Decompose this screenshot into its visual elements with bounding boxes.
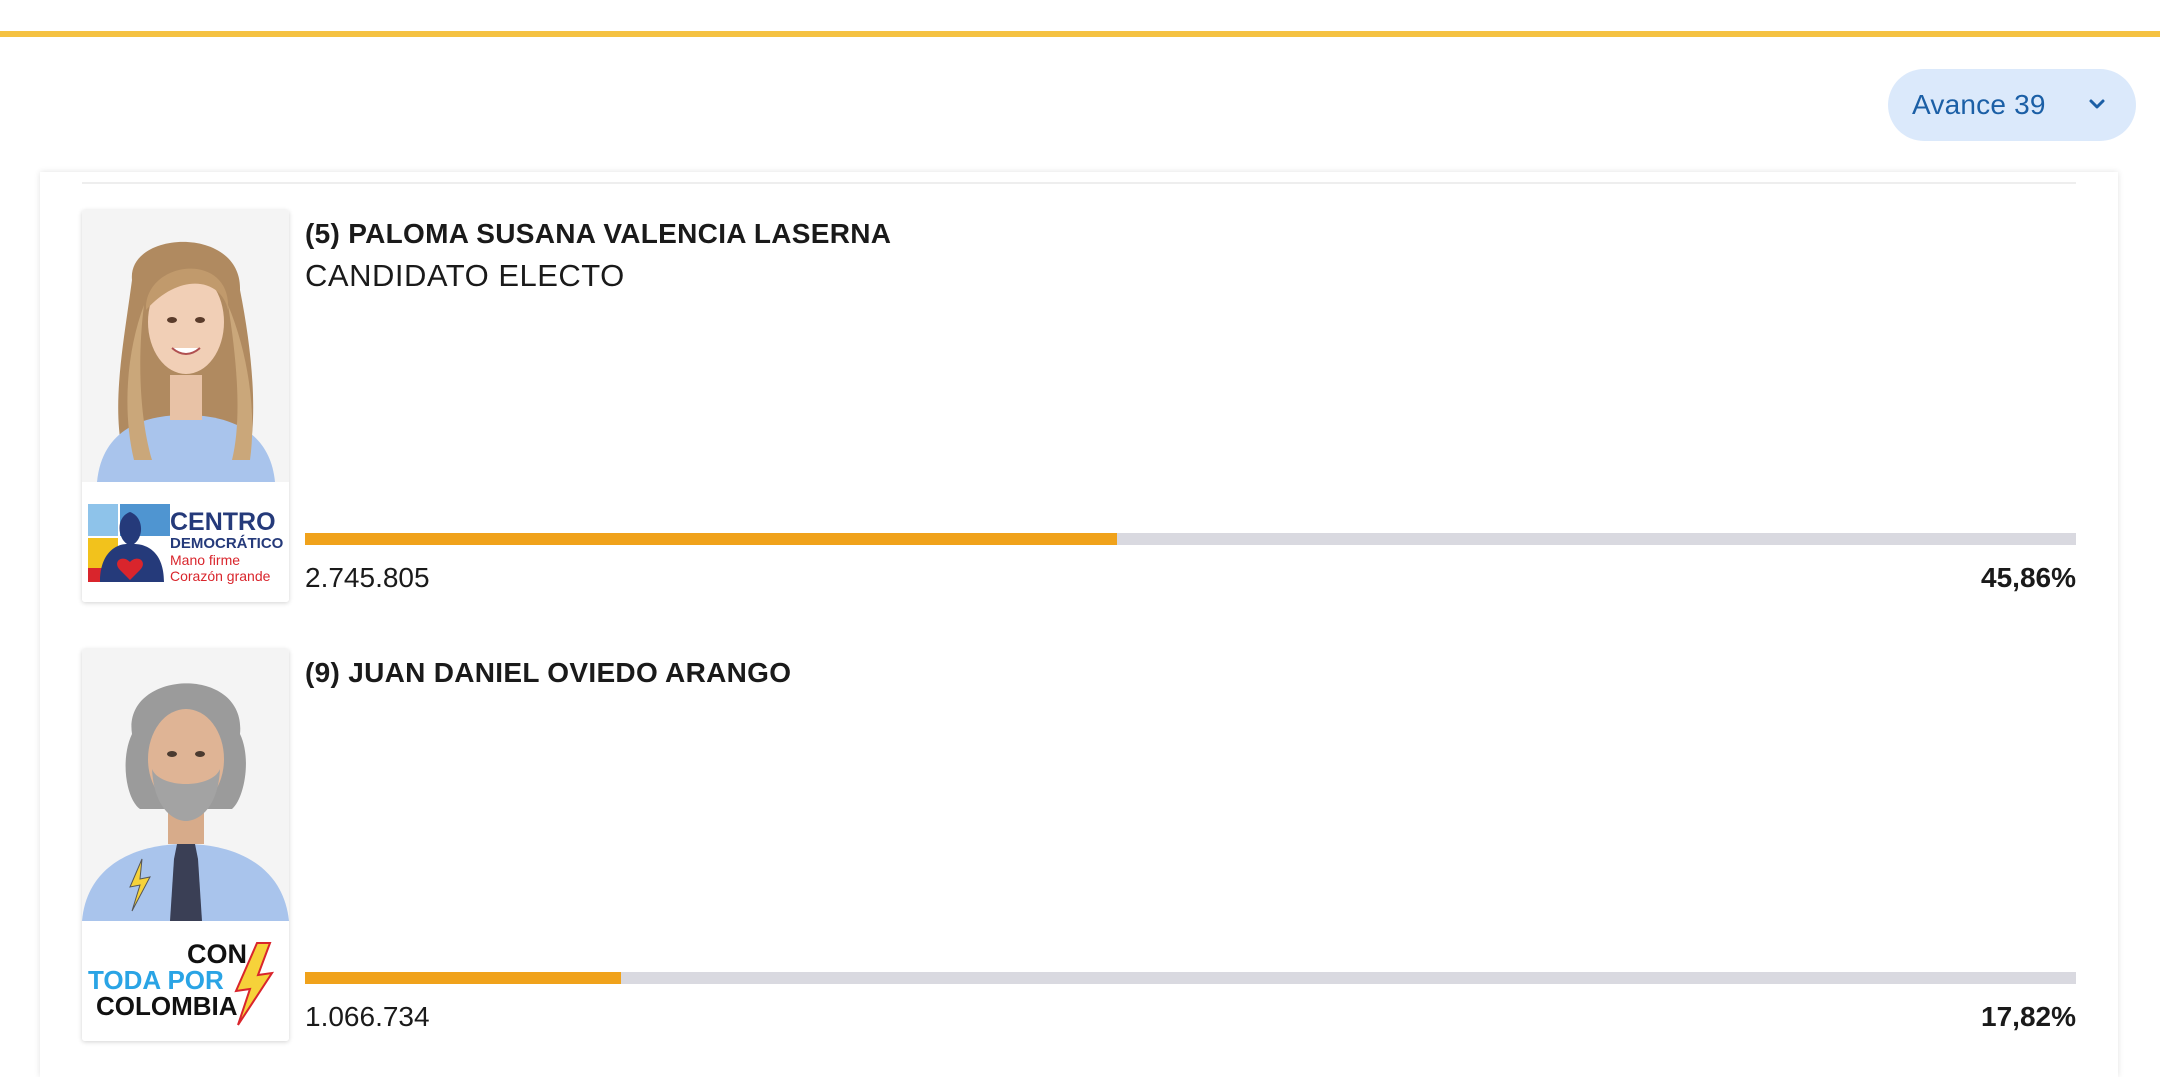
avance-label: Avance 39 — [1912, 89, 2046, 120]
candidate-status: CANDIDATO ELECTO — [305, 258, 625, 293]
svg-text:Mano firme: Mano firme — [170, 552, 240, 568]
candidate-photo — [82, 649, 289, 921]
candidate-photo-card: CON TODA POR COLOMBIA — [82, 649, 289, 1041]
svg-text:Corazón grande: Corazón grande — [170, 568, 271, 584]
centro-democratico-logo: CENTRO DEMOCRÁTICO Mano firme Corazón gr… — [82, 482, 289, 602]
vote-percent: 45,86% — [1981, 562, 2076, 593]
chevron-down-icon — [2089, 99, 2105, 109]
candidate-card: CON TODA POR COLOMBIA (9) JUAN DANIEL OV… — [82, 649, 2076, 1041]
vote-progress-fill — [305, 533, 1118, 545]
vote-count: 1.066.734 — [305, 1001, 430, 1032]
avance-dropdown[interactable]: Avance 39 — [1888, 69, 2136, 141]
header — [0, 37, 2160, 172]
candidate-name: (9) JUAN DANIEL OVIEDO ARANGO — [305, 657, 792, 688]
svg-text:COLOMBIA: COLOMBIA — [96, 991, 238, 1021]
divider — [82, 182, 2076, 184]
svg-text:CENTRO: CENTRO — [170, 508, 276, 536]
vote-progress-bar — [305, 972, 2076, 984]
vote-progress-bar — [305, 533, 2076, 545]
con-toda-por-colombia-logo: CON TODA POR COLOMBIA — [82, 921, 289, 1041]
svg-text:DEMOCRÁTICO: DEMOCRÁTICO — [170, 535, 284, 552]
candidate-card: CENTRO DEMOCRÁTICO Mano firme Corazón gr… — [82, 210, 2076, 602]
vote-percent: 17,82% — [1981, 1001, 2076, 1032]
candidate-photo-card: CENTRO DEMOCRÁTICO Mano firme Corazón gr… — [82, 210, 289, 602]
candidate-photo — [82, 210, 289, 482]
vote-progress-fill — [305, 972, 621, 984]
vote-count: 2.745.805 — [305, 562, 430, 593]
results-panel: CENTRO DEMOCRÁTICO Mano firme Corazón gr… — [40, 172, 2118, 1077]
candidate-name: (5) PALOMA SUSANA VALENCIA LASERNA — [305, 218, 892, 249]
